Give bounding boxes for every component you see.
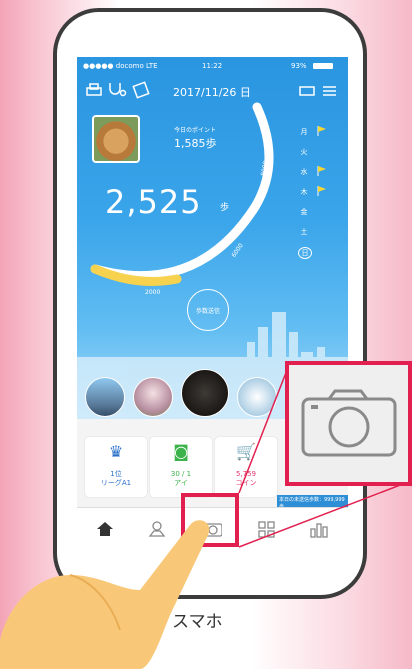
device-caption: スマホ <box>172 612 223 632</box>
pointing-hand <box>0 520 210 669</box>
